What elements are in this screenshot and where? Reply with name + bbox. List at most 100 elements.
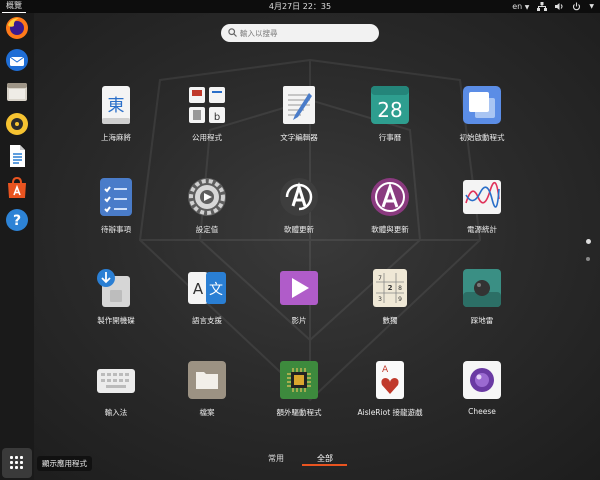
page-indicator-active[interactable] [586,239,591,244]
show-apps-tooltip: 顯示應用程式 [37,456,92,471]
tab-frequent[interactable]: 常用 [268,453,284,464]
app-utilities[interactable]: b 公用程式 [172,85,242,157]
app-software-properties[interactable]: 軟體與更新 [355,177,425,249]
power-statistics-icon [463,180,501,214]
app-cheese[interactable]: Cheese [447,360,517,432]
app-label: 文字編輯器 [280,133,318,142]
app-label: 軟體與更新 [371,225,409,234]
top-bar: 概覽 4月27日 22：35 en ▼ ▼ [0,0,600,13]
app-label: 設定值 [195,225,219,234]
text-editor-icon [283,86,315,124]
app-additional-drivers[interactable]: 額外驅動程式 [264,360,334,432]
app-label: 軟體更新 [284,225,314,234]
chevron-down-icon: ▼ [524,3,530,11]
volume-icon[interactable] [555,2,564,11]
app-settings[interactable]: 設定值 [172,177,242,249]
app-mines[interactable]: 踩地雷 [447,268,517,340]
page-indicator[interactable] [586,257,590,261]
language-cjk-glyph: 文 [209,282,223,298]
aisleriot-icon: A [376,361,404,399]
dock-item-help[interactable]: ? [5,208,29,232]
dock-item-writer[interactable] [5,144,29,168]
thunderbird-icon [6,49,28,71]
app-label: 電源統計 [467,225,497,234]
app-text-editor[interactable]: 文字編輯器 [264,85,334,157]
startup-disk-icon [463,86,501,124]
app-label: 公用程式 [192,133,222,142]
app-label: 額外驅動程式 [276,408,322,417]
search-bar[interactable] [221,24,379,42]
libreoffice-writer-icon [10,145,25,167]
mahjongg-tile-char: 東 [108,96,125,116]
system-menu-chevron-icon[interactable]: ▼ [589,0,594,13]
network-icon[interactable] [537,2,548,11]
app-label: 待辦事項 [101,225,131,234]
app-startup-applications[interactable]: 初始啟動程式 [447,85,517,157]
dock-item-thunderbird[interactable] [5,48,29,72]
app-label: 行事曆 [378,133,402,142]
files-icon [7,83,27,101]
app-label: AisleRiot 接龍遊戲 [357,408,423,417]
app-todo[interactable]: 待辦事項 [81,177,151,249]
app-software-updater[interactable]: 軟體更新 [264,177,334,249]
tab-all[interactable]: 全部 [317,453,333,464]
dock-item-firefox[interactable] [5,16,29,40]
dock: ? [0,13,34,480]
language-label: en [512,1,523,11]
videos-icon [280,271,318,305]
app-label: 語言支援 [192,316,222,325]
sudoku-icon: 7 2 8 3 9 [373,269,407,307]
input-method-icon [97,369,135,393]
app-label: 輸入法 [104,408,128,417]
app-label: 上海麻將 [101,133,131,142]
todo-icon [100,178,132,216]
app-label: 檔案 [199,408,215,417]
app-label: Cheese [468,407,496,416]
show-apps-button[interactable] [2,448,32,478]
svg-text:2: 2 [388,284,393,292]
software-properties-icon [371,178,409,216]
svg-text:b: b [214,112,220,123]
mahjongg-icon: 東 [102,86,130,124]
app-input-method[interactable]: 輸入法 [81,360,151,432]
svg-text:9: 9 [398,296,402,303]
dock-item-files[interactable] [5,80,29,104]
firefox-icon [6,17,28,39]
app-language-support[interactable]: A 文 語言支援 [172,268,242,340]
language-latin-glyph: A [193,280,204,298]
svg-text:?: ? [13,213,21,229]
app-label: 初始啟動程式 [459,133,505,142]
dock-item-software[interactable] [5,176,29,200]
app-aisleriot[interactable]: A AisleRiot 接龍遊戲 [355,360,425,432]
app-label: 踩地雷 [470,316,494,325]
app-mahjongg[interactable]: 東 上海麻將 [81,85,151,157]
app-label: 數獨 [382,316,398,325]
dock-item-rhythmbox[interactable] [5,112,29,136]
app-sudoku[interactable]: 7 2 8 3 9 數獨 [355,268,425,340]
cheese-icon [463,361,501,399]
utilities-folder-icon: b [189,87,225,123]
usb-creator-icon [97,269,130,307]
activities-button[interactable]: 概覽 [2,0,26,13]
rhythmbox-icon [6,113,28,135]
language-support-icon: A 文 [188,272,226,304]
card-rank: A [382,365,389,375]
input-language-indicator[interactable]: en ▼ [512,0,529,14]
clock[interactable]: 4月27日 22：35 [269,0,331,13]
search-icon [228,28,237,37]
app-videos[interactable]: 影片 [264,268,334,340]
app-files[interactable]: 檔案 [172,360,242,432]
app-usb-creator[interactable]: 製作開機碟 [81,268,151,340]
power-icon[interactable] [572,2,581,11]
active-tab-underline [302,464,347,466]
search-input[interactable] [240,24,370,42]
calendar-day-number: 28 [377,98,402,122]
help-icon: ? [6,209,28,231]
svg-text:8: 8 [398,285,402,292]
files-folder-icon [188,361,226,399]
app-label: 影片 [291,316,307,325]
software-updater-icon [280,178,318,216]
app-power-statistics[interactable]: 電源統計 [447,177,517,249]
app-calendar[interactable]: 28 行事曆 [355,85,425,157]
additional-drivers-icon [280,361,318,399]
